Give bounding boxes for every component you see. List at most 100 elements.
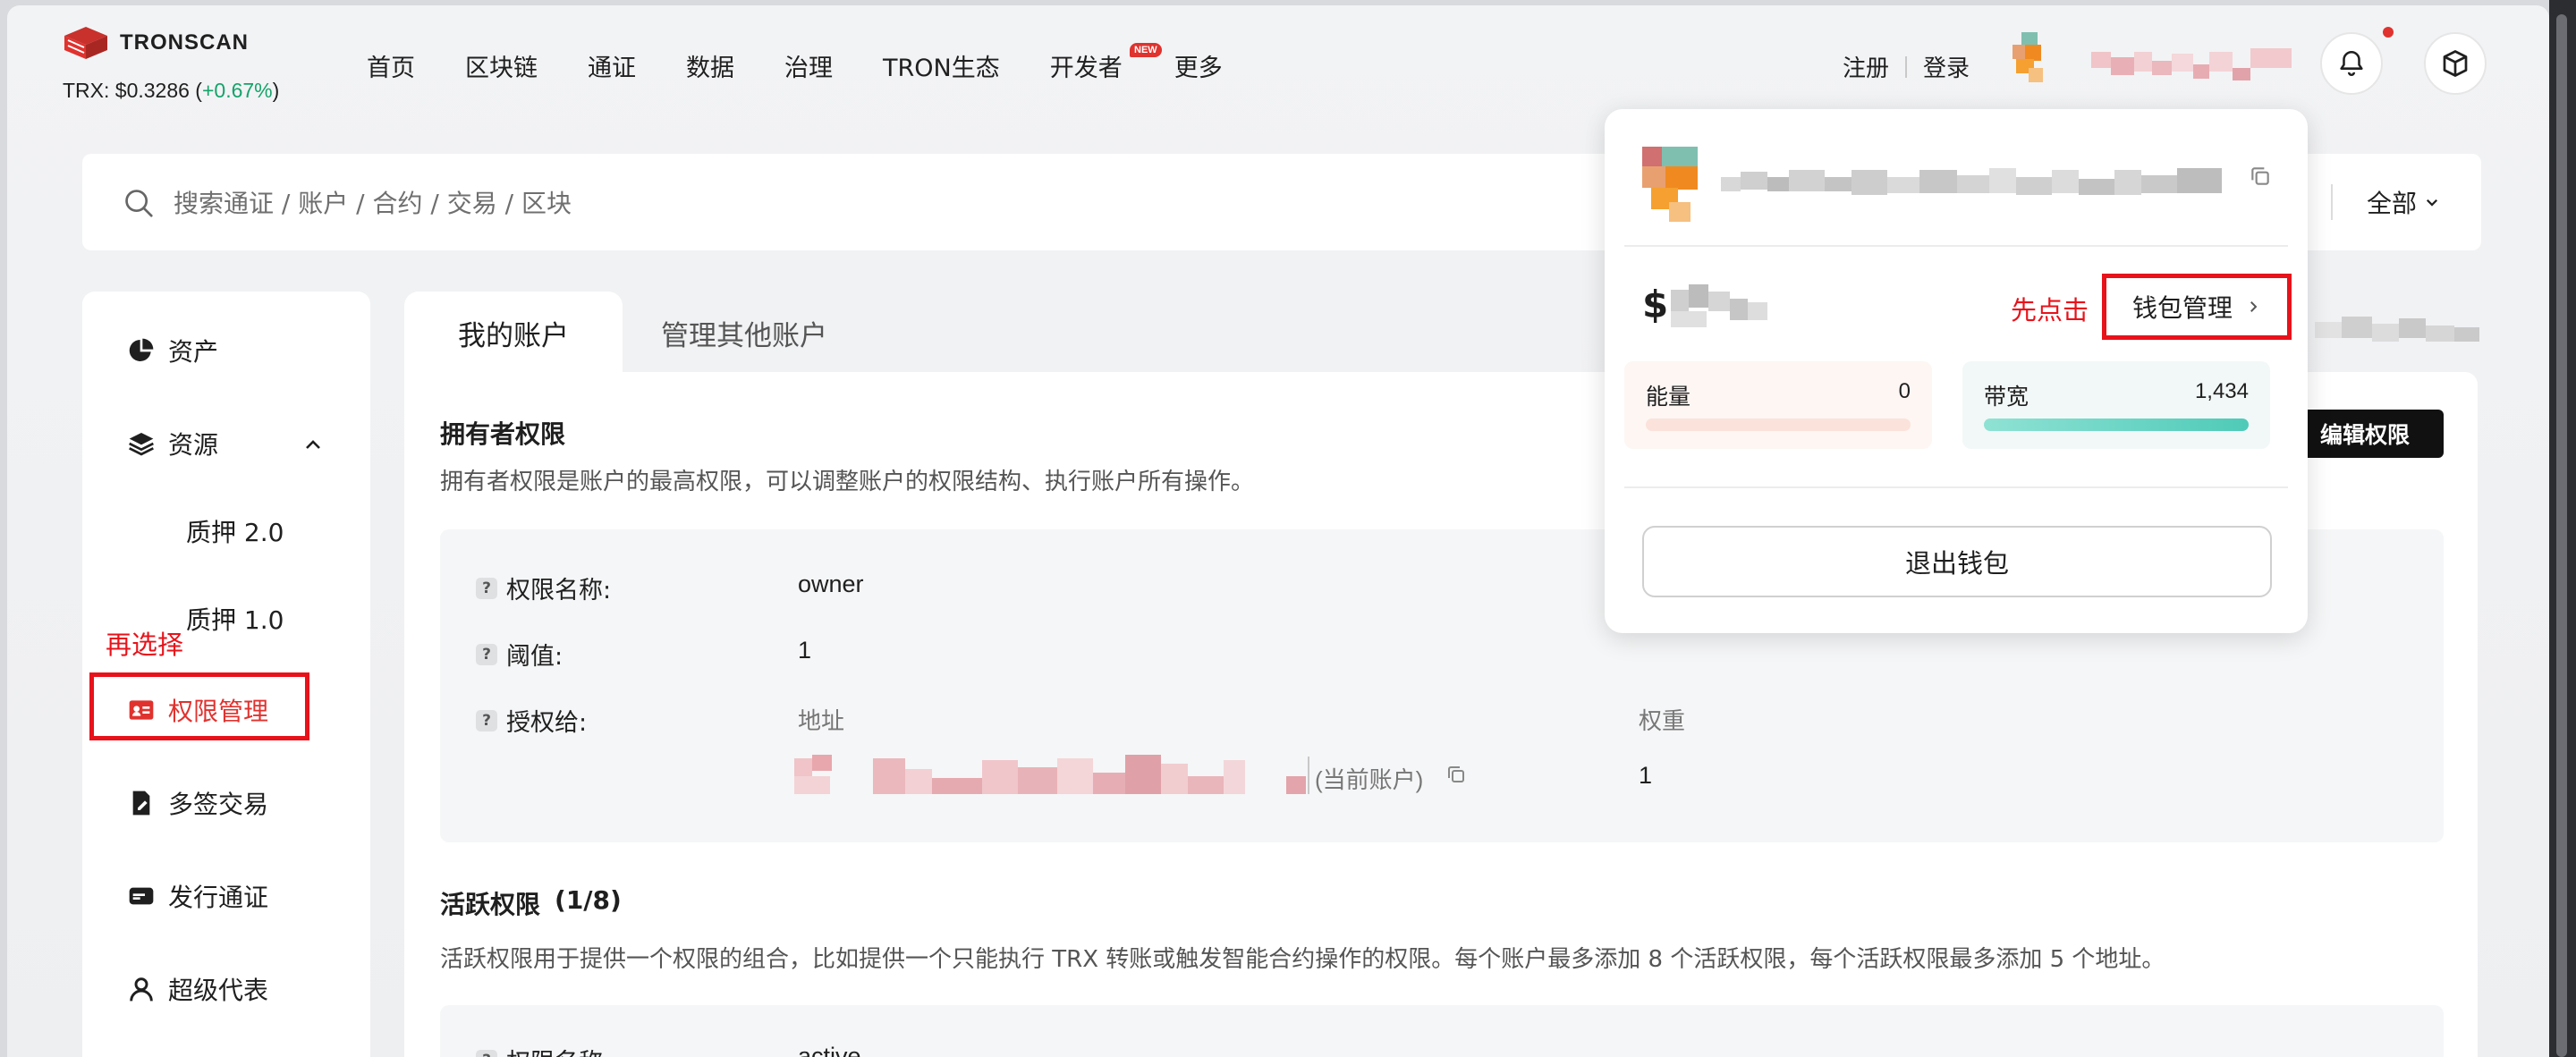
nav-developers[interactable]: 开发者 NEW bbox=[1049, 43, 1162, 83]
sidebar-item-label: 发行通证 bbox=[168, 883, 269, 912]
wallet-balance-symbol: $ bbox=[1642, 283, 1669, 326]
annotation-highlight-permission bbox=[89, 672, 309, 740]
account-address-blurred[interactable] bbox=[2091, 48, 2292, 88]
logo[interactable]: TRONSCAN bbox=[61, 25, 249, 61]
owner-description: 拥有者权限是账户的最高权限，可以调整账户的权限结构、执行账户所有操作。 bbox=[440, 469, 1255, 495]
dropdown-divider bbox=[1624, 245, 2288, 247]
copy-icon[interactable] bbox=[2249, 165, 2272, 188]
price-change: +0.67% bbox=[201, 79, 273, 102]
energy-value: 0 bbox=[1898, 379, 1911, 403]
blurred-address-strip bbox=[2315, 317, 2479, 342]
sidebar-item-assets[interactable]: 资产 bbox=[127, 333, 218, 368]
energy-bar bbox=[1646, 419, 1911, 431]
register-link[interactable]: 注册 bbox=[1843, 50, 1889, 83]
notification-dot bbox=[2383, 27, 2394, 38]
copy-icon[interactable] bbox=[1445, 764, 1467, 785]
sidebar-item-stake1[interactable]: 质押 1.0 bbox=[186, 601, 284, 637]
owner-title: 拥有者权限 bbox=[440, 419, 566, 449]
active-description: 活跃权限用于提供一个权限的组合，比如提供一个只能执行 TRX 转账或触发智能合约… bbox=[440, 946, 2165, 973]
sidebar-item-label: 超级代表 bbox=[168, 976, 269, 1005]
energy-label: 能量 bbox=[1646, 384, 1691, 410]
auth-links: 注册 登录 bbox=[1843, 50, 1970, 83]
dropdown-divider bbox=[1624, 486, 2288, 488]
help-icon[interactable]: ? bbox=[476, 577, 497, 599]
wallet-dropdown: $ 先点击 钱包管理 能量 0 带宽 1,434 退出钱包 bbox=[1605, 109, 2308, 633]
nav-governance[interactable]: 治理 bbox=[784, 48, 833, 83]
scrollbar[interactable] bbox=[2556, 14, 2567, 1057]
active-name-value: active bbox=[798, 1043, 861, 1057]
notification-button[interactable] bbox=[2320, 32, 2383, 95]
current-account-tag: (当前账户) bbox=[1315, 766, 1424, 793]
search-input[interactable]: 搜索通证 / 账户 / 合约 / 交易 / 区块 bbox=[174, 184, 572, 220]
owner-threshold-value: 1 bbox=[798, 637, 812, 664]
chevron-right-icon bbox=[2250, 301, 2258, 312]
account-avatar[interactable] bbox=[2012, 32, 2054, 88]
main-nav: 首页 区块链 通证 数据 治理 TRON生态 开发者 NEW 更多 bbox=[367, 43, 1273, 83]
nav-blockchain[interactable]: 区块链 bbox=[465, 48, 538, 83]
bandwidth-bar bbox=[1984, 419, 2249, 431]
owner-threshold-label-text: 阈值: bbox=[506, 643, 564, 671]
edit-permission-button[interactable]: 编辑权限 bbox=[2286, 410, 2444, 458]
help-icon[interactable]: ? bbox=[476, 643, 497, 665]
energy-card: 能量 0 bbox=[1624, 361, 1932, 449]
new-badge: NEW bbox=[1130, 43, 1162, 57]
sidebar-item-label: 资产 bbox=[168, 337, 219, 367]
search-filter-select[interactable]: 全部 bbox=[2367, 184, 2440, 220]
active-count: (1/8) bbox=[555, 885, 622, 915]
bandwidth-card: 带宽 1,434 bbox=[1962, 361, 2270, 449]
trx-price: TRX: $0.3286 (+0.67%) bbox=[63, 79, 279, 103]
bandwidth-label: 带宽 bbox=[1984, 384, 2029, 410]
owner-threshold-label: ? 阈值: bbox=[476, 637, 563, 672]
bell-icon bbox=[2340, 50, 2363, 76]
owner-weight-value: 1 bbox=[1639, 762, 1653, 789]
active-name-label: ? 权限名称: bbox=[476, 1043, 611, 1057]
active-name-label-text: 权限名称: bbox=[506, 1043, 611, 1057]
active-title-text: 活跃权限 bbox=[440, 890, 541, 919]
active-title: 活跃权限 (1/8) bbox=[440, 885, 622, 921]
pie-chart-icon bbox=[129, 338, 154, 361]
wallet-manage-button[interactable]: 钱包管理 bbox=[2102, 274, 2292, 340]
logout-wallet-button[interactable]: 退出钱包 bbox=[1642, 526, 2272, 597]
annotation-then-select: 再选择 bbox=[106, 630, 184, 660]
nav-developers-label: 开发者 bbox=[1049, 55, 1123, 82]
sidebar-item-resources[interactable]: 资源 bbox=[127, 426, 218, 461]
help-icon[interactable]: ? bbox=[476, 1049, 497, 1057]
auth-divider bbox=[1905, 55, 1908, 78]
tab-my-account[interactable]: 我的账户 bbox=[404, 292, 623, 374]
wallet-manage-label: 钱包管理 bbox=[2131, 293, 2233, 323]
chevron-down-icon bbox=[2426, 199, 2438, 207]
search-icon bbox=[125, 190, 153, 217]
search-divider bbox=[2331, 184, 2333, 220]
price-label: TRX: $0.3286 ( bbox=[63, 79, 202, 102]
owner-name-label: ? 权限名称: bbox=[476, 571, 611, 605]
sidebar-item-multisig[interactable]: 多签交易 bbox=[127, 785, 268, 821]
tronscan-logo-icon bbox=[64, 27, 107, 59]
chevron-up-icon[interactable] bbox=[302, 435, 324, 456]
token-card-icon bbox=[129, 887, 154, 905]
owner-name-value: owner bbox=[798, 571, 864, 597]
tab-other-accounts[interactable]: 管理其他账户 bbox=[623, 292, 866, 374]
login-link[interactable]: 登录 bbox=[1923, 50, 1970, 83]
nav-tokens[interactable]: 通证 bbox=[588, 48, 636, 83]
help-icon[interactable]: ? bbox=[476, 709, 497, 731]
user-icon bbox=[130, 977, 153, 1002]
nav-ecosystem[interactable]: TRON生态 bbox=[883, 48, 1000, 83]
owner-grant-label-text: 授权给: bbox=[506, 709, 588, 737]
browser-page: TRONSCAN TRX: $0.3286 (+0.67%) 首页 区块链 通证… bbox=[7, 5, 2549, 1057]
owner-grant-label: ? 授权给: bbox=[476, 703, 587, 738]
sidebar-item-super-rep[interactable]: 超级代表 bbox=[127, 971, 268, 1007]
network-button[interactable] bbox=[2424, 32, 2487, 95]
bandwidth-value: 1,434 bbox=[2194, 379, 2249, 403]
active-permission-box bbox=[440, 1005, 2444, 1057]
owner-address-blurred[interactable] bbox=[794, 755, 1309, 796]
annotation-click-first: 先点击 bbox=[2011, 295, 2089, 326]
nav-more[interactable]: 更多 bbox=[1174, 48, 1223, 83]
nav-data[interactable]: 数据 bbox=[686, 48, 734, 83]
sidebar-item-stake2[interactable]: 质押 2.0 bbox=[186, 513, 284, 549]
address-column-header: 地址 bbox=[798, 708, 845, 735]
layers-icon bbox=[129, 433, 154, 456]
sidebar-item-label: 多签交易 bbox=[168, 790, 269, 819]
sidebar-item-issue-token[interactable]: 发行通证 bbox=[127, 878, 268, 914]
nav-home[interactable]: 首页 bbox=[367, 48, 415, 83]
document-edit-icon bbox=[132, 791, 150, 816]
